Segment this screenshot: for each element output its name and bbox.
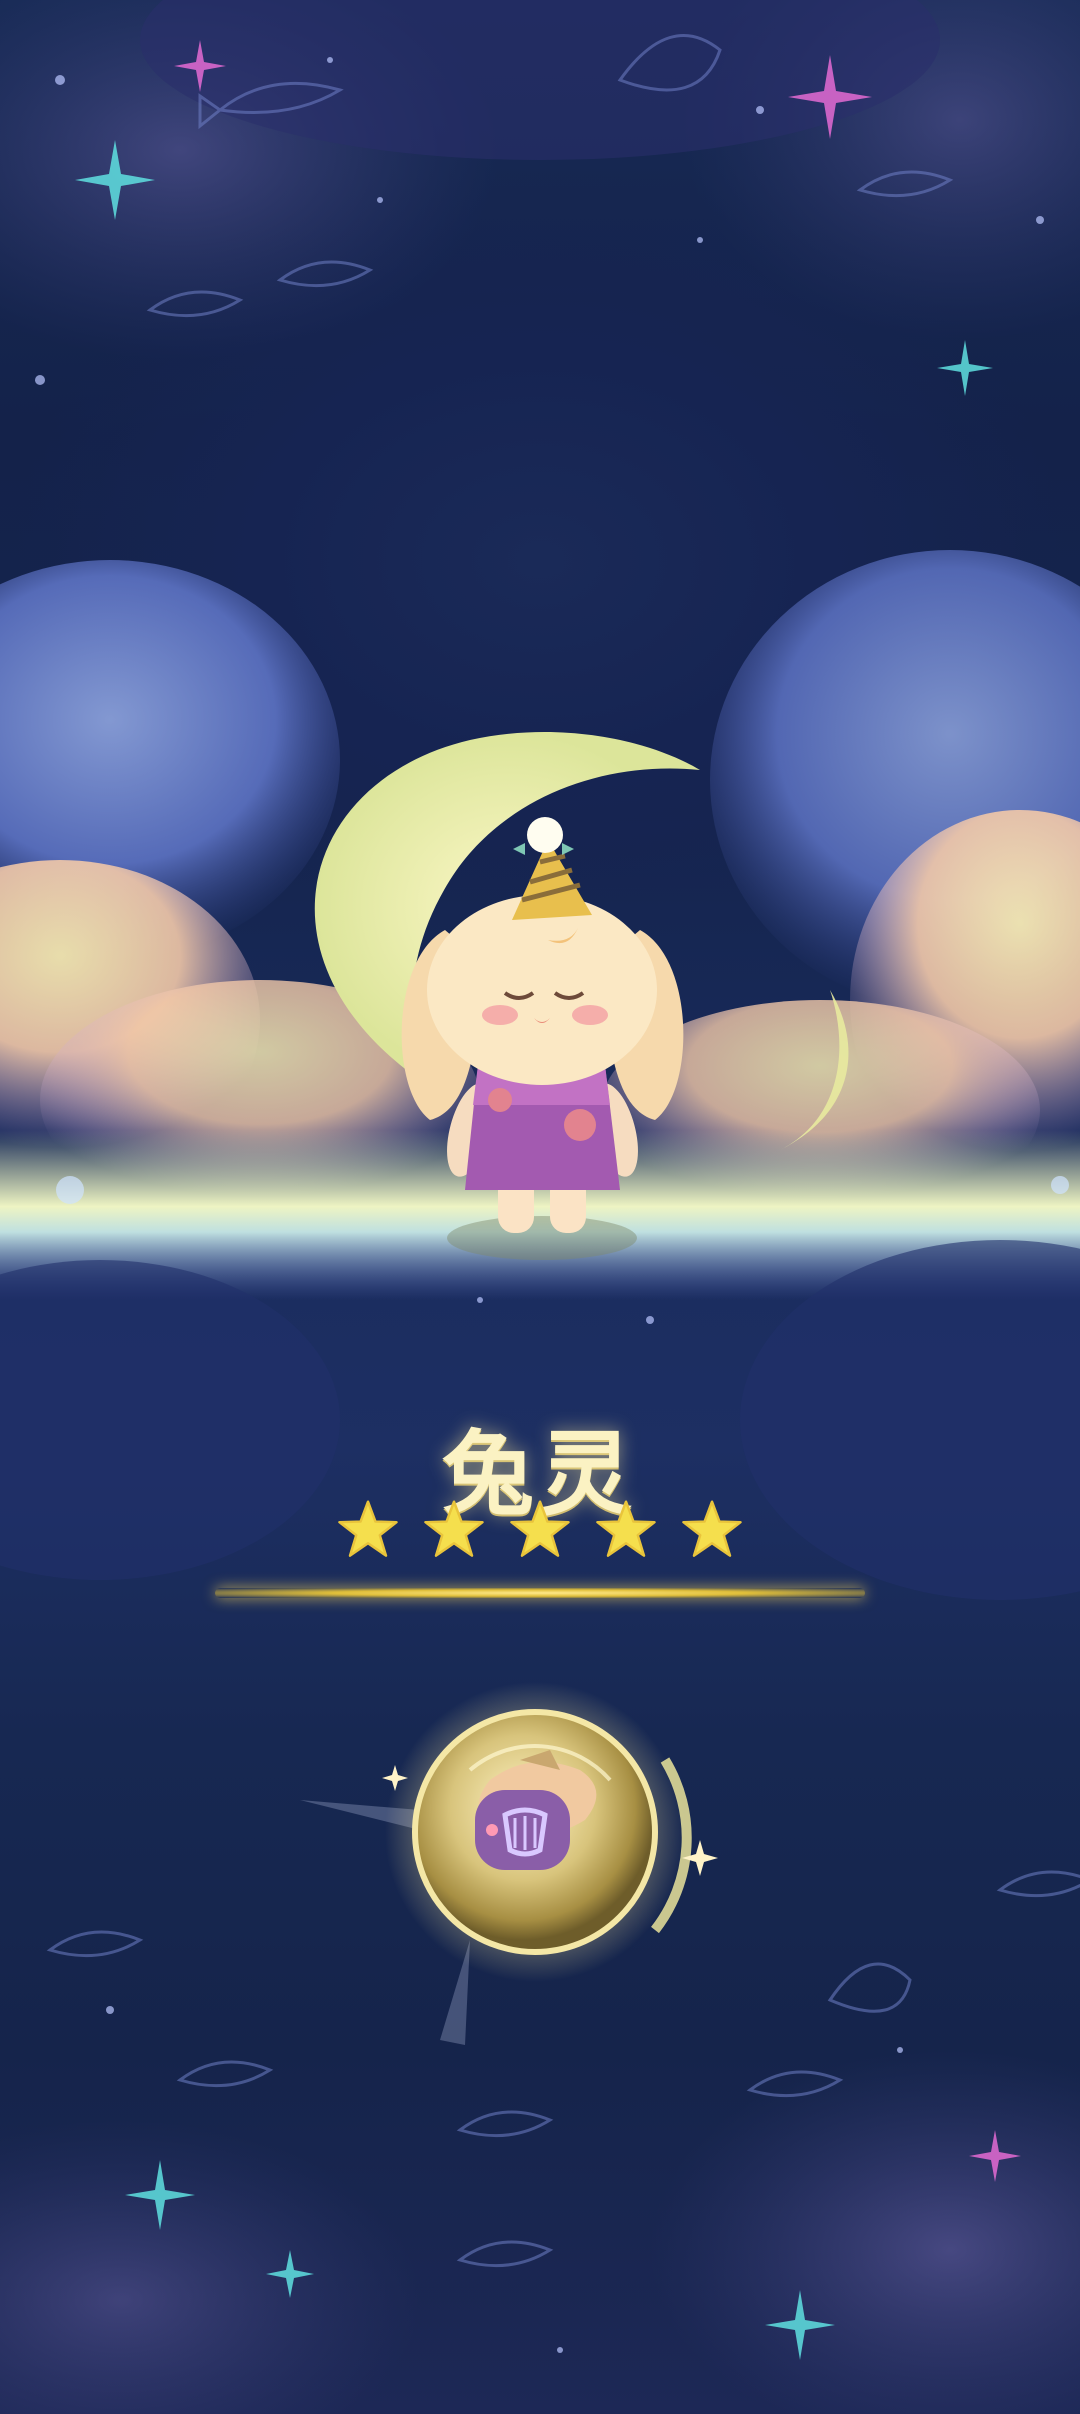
star-icon [424,1500,484,1557]
harp-gift-icon [475,1770,595,1890]
gold-divider [215,1588,865,1598]
star-icon [682,1500,742,1557]
star-icon [510,1500,570,1557]
reward-orb-button[interactable] [390,1700,680,1990]
game-scene: 兔灵 [0,0,1080,2414]
star-rating [0,1498,1080,1560]
star-icon [596,1500,656,1557]
star-icon [338,1500,398,1557]
bunny-character[interactable] [0,0,1080,2414]
